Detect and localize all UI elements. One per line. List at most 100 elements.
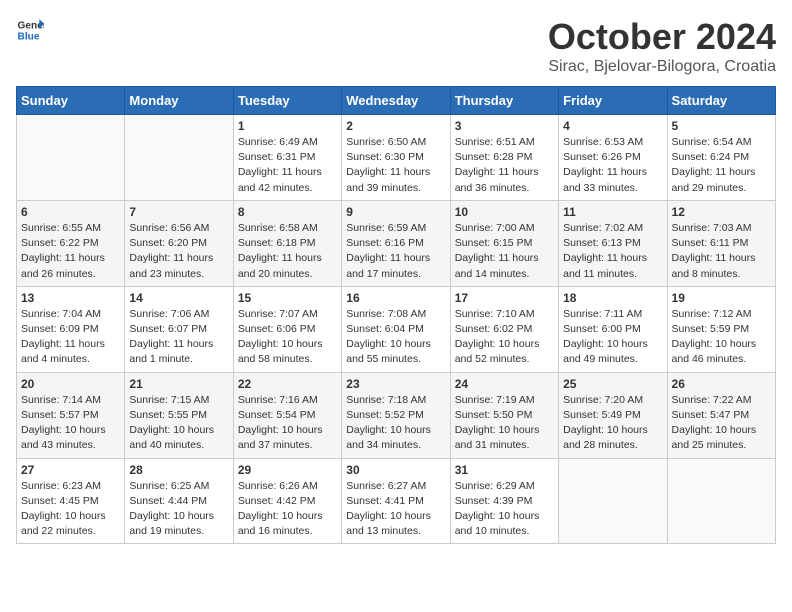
sunset-text: Sunset: 6:26 PM — [563, 151, 641, 163]
sunset-text: Sunset: 6:20 PM — [129, 237, 207, 249]
day-info: Sunrise: 6:58 AM Sunset: 6:18 PM Dayligh… — [238, 221, 337, 282]
day-number: 18 — [563, 291, 662, 305]
daylight-text: Daylight: 10 hours and 58 minutes. — [238, 338, 323, 365]
logo: General Blue — [16, 16, 44, 44]
day-number: 26 — [672, 377, 771, 391]
sunset-text: Sunset: 6:07 PM — [129, 323, 207, 335]
sunset-text: Sunset: 4:39 PM — [455, 495, 533, 507]
day-number: 23 — [346, 377, 445, 391]
table-row — [125, 115, 233, 201]
daylight-text: Daylight: 10 hours and 43 minutes. — [21, 424, 106, 451]
table-row: 23 Sunrise: 7:18 AM Sunset: 5:52 PM Dayl… — [342, 372, 450, 458]
table-row: 20 Sunrise: 7:14 AM Sunset: 5:57 PM Dayl… — [17, 372, 125, 458]
calendar-header-row: Sunday Monday Tuesday Wednesday Thursday… — [17, 87, 776, 115]
sunset-text: Sunset: 4:44 PM — [129, 495, 207, 507]
day-info: Sunrise: 7:10 AM Sunset: 6:02 PM Dayligh… — [455, 307, 554, 368]
sunset-text: Sunset: 6:00 PM — [563, 323, 641, 335]
sunset-text: Sunset: 6:15 PM — [455, 237, 533, 249]
day-info: Sunrise: 6:56 AM Sunset: 6:20 PM Dayligh… — [129, 221, 228, 282]
day-info: Sunrise: 7:04 AM Sunset: 6:09 PM Dayligh… — [21, 307, 120, 368]
day-info: Sunrise: 7:15 AM Sunset: 5:55 PM Dayligh… — [129, 393, 228, 454]
calendar-week-5: 27 Sunrise: 6:23 AM Sunset: 4:45 PM Dayl… — [17, 458, 776, 544]
sunrise-text: Sunrise: 6:53 AM — [563, 136, 643, 148]
sunrise-text: Sunrise: 7:03 AM — [672, 222, 752, 234]
table-row: 5 Sunrise: 6:54 AM Sunset: 6:24 PM Dayli… — [667, 115, 775, 201]
day-info: Sunrise: 7:08 AM Sunset: 6:04 PM Dayligh… — [346, 307, 445, 368]
sunset-text: Sunset: 6:31 PM — [238, 151, 316, 163]
daylight-text: Daylight: 11 hours and 33 minutes. — [563, 166, 647, 193]
daylight-text: Daylight: 11 hours and 1 minute. — [129, 338, 213, 365]
daylight-text: Daylight: 11 hours and 20 minutes. — [238, 252, 322, 279]
daylight-text: Daylight: 11 hours and 4 minutes. — [21, 338, 105, 365]
day-info: Sunrise: 7:20 AM Sunset: 5:49 PM Dayligh… — [563, 393, 662, 454]
table-row: 30 Sunrise: 6:27 AM Sunset: 4:41 PM Dayl… — [342, 458, 450, 544]
day-info: Sunrise: 7:22 AM Sunset: 5:47 PM Dayligh… — [672, 393, 771, 454]
daylight-text: Daylight: 11 hours and 36 minutes. — [455, 166, 539, 193]
daylight-text: Daylight: 11 hours and 23 minutes. — [129, 252, 213, 279]
daylight-text: Daylight: 11 hours and 26 minutes. — [21, 252, 105, 279]
sunrise-text: Sunrise: 6:55 AM — [21, 222, 101, 234]
sunrise-text: Sunrise: 6:27 AM — [346, 480, 426, 492]
daylight-text: Daylight: 11 hours and 29 minutes. — [672, 166, 756, 193]
sunset-text: Sunset: 6:30 PM — [346, 151, 424, 163]
sunrise-text: Sunrise: 7:15 AM — [129, 394, 209, 406]
sunrise-text: Sunrise: 7:11 AM — [563, 308, 642, 320]
table-row: 1 Sunrise: 6:49 AM Sunset: 6:31 PM Dayli… — [233, 115, 341, 201]
day-info: Sunrise: 7:12 AM Sunset: 5:59 PM Dayligh… — [672, 307, 771, 368]
table-row: 2 Sunrise: 6:50 AM Sunset: 6:30 PM Dayli… — [342, 115, 450, 201]
table-row: 3 Sunrise: 6:51 AM Sunset: 6:28 PM Dayli… — [450, 115, 558, 201]
day-number: 1 — [238, 119, 337, 133]
day-number: 3 — [455, 119, 554, 133]
sunset-text: Sunset: 6:04 PM — [346, 323, 424, 335]
day-info: Sunrise: 6:26 AM Sunset: 4:42 PM Dayligh… — [238, 479, 337, 540]
table-row: 27 Sunrise: 6:23 AM Sunset: 4:45 PM Dayl… — [17, 458, 125, 544]
day-info: Sunrise: 6:55 AM Sunset: 6:22 PM Dayligh… — [21, 221, 120, 282]
day-number: 17 — [455, 291, 554, 305]
sunrise-text: Sunrise: 7:19 AM — [455, 394, 535, 406]
sunrise-text: Sunrise: 6:56 AM — [129, 222, 209, 234]
sunrise-text: Sunrise: 7:06 AM — [129, 308, 209, 320]
table-row: 8 Sunrise: 6:58 AM Sunset: 6:18 PM Dayli… — [233, 200, 341, 286]
daylight-text: Daylight: 10 hours and 13 minutes. — [346, 510, 431, 537]
day-number: 28 — [129, 463, 228, 477]
table-row: 31 Sunrise: 6:29 AM Sunset: 4:39 PM Dayl… — [450, 458, 558, 544]
location-title: Sirac, Bjelovar-Bilogora, Croatia — [548, 58, 776, 76]
sunset-text: Sunset: 5:50 PM — [455, 409, 533, 421]
day-number: 30 — [346, 463, 445, 477]
sunset-text: Sunset: 5:57 PM — [21, 409, 99, 421]
day-number: 16 — [346, 291, 445, 305]
sunrise-text: Sunrise: 7:02 AM — [563, 222, 643, 234]
sunrise-text: Sunrise: 7:14 AM — [21, 394, 101, 406]
daylight-text: Daylight: 10 hours and 31 minutes. — [455, 424, 540, 451]
sunset-text: Sunset: 4:45 PM — [21, 495, 99, 507]
daylight-text: Daylight: 11 hours and 39 minutes. — [346, 166, 430, 193]
day-number: 31 — [455, 463, 554, 477]
daylight-text: Daylight: 10 hours and 52 minutes. — [455, 338, 540, 365]
day-number: 25 — [563, 377, 662, 391]
sunset-text: Sunset: 6:22 PM — [21, 237, 99, 249]
col-thursday: Thursday — [450, 87, 558, 115]
title-area: October 2024 Sirac, Bjelovar-Bilogora, C… — [548, 16, 776, 76]
sunset-text: Sunset: 6:24 PM — [672, 151, 750, 163]
calendar-week-1: 1 Sunrise: 6:49 AM Sunset: 6:31 PM Dayli… — [17, 115, 776, 201]
day-info: Sunrise: 6:50 AM Sunset: 6:30 PM Dayligh… — [346, 135, 445, 196]
sunset-text: Sunset: 6:28 PM — [455, 151, 533, 163]
calendar-table: Sunday Monday Tuesday Wednesday Thursday… — [16, 86, 776, 544]
day-number: 24 — [455, 377, 554, 391]
table-row: 17 Sunrise: 7:10 AM Sunset: 6:02 PM Dayl… — [450, 286, 558, 372]
month-title: October 2024 — [548, 16, 776, 58]
sunset-text: Sunset: 4:42 PM — [238, 495, 316, 507]
table-row: 29 Sunrise: 6:26 AM Sunset: 4:42 PM Dayl… — [233, 458, 341, 544]
table-row: 6 Sunrise: 6:55 AM Sunset: 6:22 PM Dayli… — [17, 200, 125, 286]
day-info: Sunrise: 6:49 AM Sunset: 6:31 PM Dayligh… — [238, 135, 337, 196]
sunrise-text: Sunrise: 7:00 AM — [455, 222, 535, 234]
sunset-text: Sunset: 4:41 PM — [346, 495, 424, 507]
sunrise-text: Sunrise: 6:26 AM — [238, 480, 318, 492]
col-tuesday: Tuesday — [233, 87, 341, 115]
day-number: 22 — [238, 377, 337, 391]
table-row: 15 Sunrise: 7:07 AM Sunset: 6:06 PM Dayl… — [233, 286, 341, 372]
day-number: 29 — [238, 463, 337, 477]
day-number: 8 — [238, 205, 337, 219]
day-number: 4 — [563, 119, 662, 133]
day-info: Sunrise: 7:02 AM Sunset: 6:13 PM Dayligh… — [563, 221, 662, 282]
